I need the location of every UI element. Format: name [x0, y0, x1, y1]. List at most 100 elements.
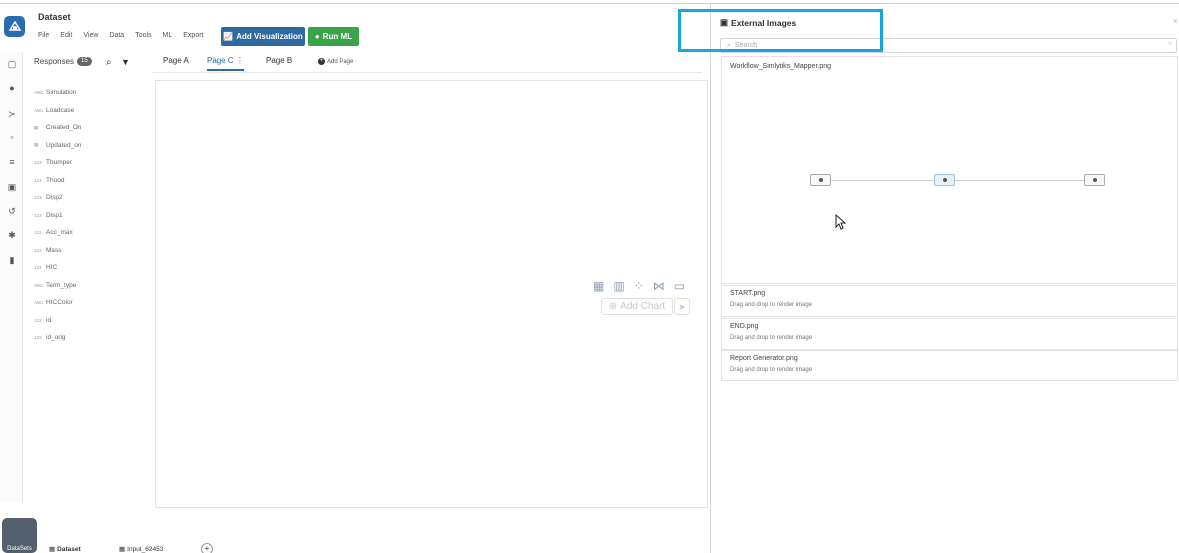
- chart-type-icons: ▦ ▥ ⁘ ⋈ ▭: [593, 279, 685, 293]
- bar-chart-icon[interactable]: ▥: [613, 279, 624, 293]
- field-item[interactable]: 123 Disp1: [34, 207, 144, 225]
- field-item[interactable]: ABC Loadcase: [34, 102, 144, 120]
- dataset-icon[interactable]: ▢: [6, 58, 18, 70]
- network-icon[interactable]: ⋈: [653, 279, 665, 293]
- field-item[interactable]: 123 Mass: [34, 242, 144, 260]
- field-item[interactable]: ABC Simulation: [34, 84, 144, 102]
- workflow-node: [810, 174, 831, 186]
- image-icon[interactable]: ▣: [6, 181, 18, 193]
- box-icon[interactable]: ▫: [6, 131, 18, 143]
- menu-export[interactable]: Export: [183, 32, 203, 39]
- robot-icon: ●: [314, 32, 320, 41]
- field-name: Disp2: [46, 194, 63, 202]
- add-chart-label: Add Chart: [620, 301, 666, 312]
- app-title: Dataset: [38, 12, 71, 22]
- terminal-icon[interactable]: ≻: [6, 108, 18, 120]
- filter-icon[interactable]: ▼: [121, 57, 130, 67]
- scatter-icon[interactable]: ⁘: [634, 279, 644, 293]
- bottom-tab-label: Dataset: [57, 545, 81, 553]
- field-item[interactable]: 123 Acc_max: [34, 224, 144, 242]
- field-item[interactable]: 123 Tbumper: [34, 154, 144, 172]
- field-name: Simulation: [46, 89, 77, 97]
- field-name: Disp1: [46, 211, 63, 219]
- sliders-icon[interactable]: ≡: [6, 156, 18, 168]
- image-card[interactable]: END.png Drag and drop to render image: [721, 318, 1178, 350]
- image-name: END.png: [730, 323, 759, 330]
- datasets-button[interactable]: DataSets: [2, 518, 37, 553]
- close-icon[interactable]: ×: [1173, 17, 1178, 26]
- add-page-button[interactable]: + Add Page: [318, 58, 353, 65]
- gear-icon[interactable]: ✱: [6, 229, 18, 241]
- menu-data[interactable]: Data: [109, 32, 124, 39]
- image-card[interactable]: Report Generator.png Drag and drop to re…: [721, 350, 1178, 381]
- monitor-icon[interactable]: ▭: [674, 279, 685, 293]
- database-icon[interactable]: ●: [6, 82, 18, 94]
- responses-count-badge: 15: [77, 57, 92, 66]
- datasets-label: DataSets: [7, 546, 32, 552]
- field-type: ABC: [34, 282, 44, 288]
- field-item[interactable]: ABC HICColor: [34, 294, 144, 312]
- highlight-box: [678, 9, 883, 52]
- image-name: Report Generator.png: [730, 355, 798, 362]
- plus-circle-icon: ⊕: [608, 301, 618, 312]
- page-canvas[interactable]: [155, 80, 708, 508]
- field-type: ABC: [34, 90, 44, 96]
- field-item[interactable]: 123 Disp2: [34, 189, 144, 207]
- field-item[interactable]: 123 id: [34, 312, 144, 330]
- menu-bar: File Edit View Data Tools ML Export: [38, 32, 204, 39]
- add-visualization-label: Add Visualization: [236, 32, 303, 41]
- responses-header[interactable]: Responses 15: [34, 57, 92, 66]
- tab-page-b[interactable]: Page B: [266, 56, 292, 65]
- calendar-icon: ▦: [34, 124, 39, 130]
- pointer-icon[interactable]: ➤: [674, 298, 690, 315]
- kebab-menu-icon[interactable]: ⋮: [236, 56, 244, 65]
- image-name: Workflow_Simlytiks_Mapper.png: [730, 63, 832, 70]
- field-name: Mass: [46, 246, 62, 254]
- add-page-label: Add Page: [327, 58, 354, 65]
- page-tabs: Page A Page C ⋮ Page B + Add Page: [152, 53, 702, 73]
- run-ml-button[interactable]: ● Run ML: [308, 27, 359, 46]
- field-list: ABC Simulation ABC Loadcase ▦ Created_On ▦ U…: [34, 84, 144, 347]
- field-item[interactable]: ABC Term_type: [34, 277, 144, 295]
- field-name: Tbumper: [46, 159, 73, 167]
- field-name: Loadcase: [46, 106, 75, 114]
- menu-ml[interactable]: ML: [163, 32, 173, 39]
- image-card[interactable]: START.png Drag and drop to render image: [721, 285, 1178, 317]
- bottom-tab-label: Input_62453: [127, 545, 164, 553]
- field-item[interactable]: 123 HIC: [34, 259, 144, 277]
- add-chart-button[interactable]: ⊕ Add Chart: [601, 298, 673, 315]
- clear-icon[interactable]: ×: [1168, 41, 1172, 48]
- menu-tools[interactable]: Tools: [135, 32, 151, 39]
- history-icon[interactable]: ↺: [6, 205, 18, 217]
- bottom-bar: [0, 537, 710, 553]
- bottom-tab-dataset[interactable]: ▦ Dataset: [49, 545, 81, 553]
- field-item[interactable]: 123 Thood: [34, 172, 144, 190]
- image-card[interactable]: Workflow_Simlytiks_Mapper.png: [721, 56, 1178, 284]
- field-type: 123: [34, 160, 42, 166]
- field-type: 123: [34, 177, 42, 183]
- field-item[interactable]: 123 id_orig: [34, 329, 144, 347]
- field-type: 123: [34, 265, 42, 271]
- table-icon[interactable]: ▦: [593, 279, 604, 293]
- menu-file[interactable]: File: [38, 32, 49, 39]
- add-visualization-button[interactable]: 📈 Add Visualization: [221, 27, 305, 46]
- search-icon[interactable]: ⌕: [106, 57, 112, 68]
- menu-edit[interactable]: Edit: [60, 32, 72, 39]
- drop-placeholder: Drag and drop to render image: [730, 302, 813, 308]
- field-item[interactable]: ▦ Created_On: [34, 119, 144, 137]
- table-icon: ▦: [49, 546, 56, 553]
- app-logo-icon[interactable]: [4, 16, 25, 37]
- tab-page-c[interactable]: Page C ⋮: [207, 56, 244, 71]
- tab-page-c-label: Page C: [207, 56, 234, 65]
- plus-icon: +: [318, 58, 325, 65]
- document-icon[interactable]: ▮: [6, 254, 18, 266]
- field-name: Created_On: [46, 124, 82, 132]
- tab-page-a[interactable]: Page A: [163, 56, 189, 65]
- field-item[interactable]: ▦ Updated_on: [34, 137, 144, 155]
- workflow-node: [934, 174, 955, 186]
- calendar-icon: ▦: [34, 142, 39, 148]
- add-tab-button[interactable]: +: [201, 543, 213, 553]
- bottom-tab-input[interactable]: ▦ Input_62453: [119, 545, 163, 553]
- field-type: 123: [34, 317, 42, 323]
- menu-view[interactable]: View: [83, 32, 98, 39]
